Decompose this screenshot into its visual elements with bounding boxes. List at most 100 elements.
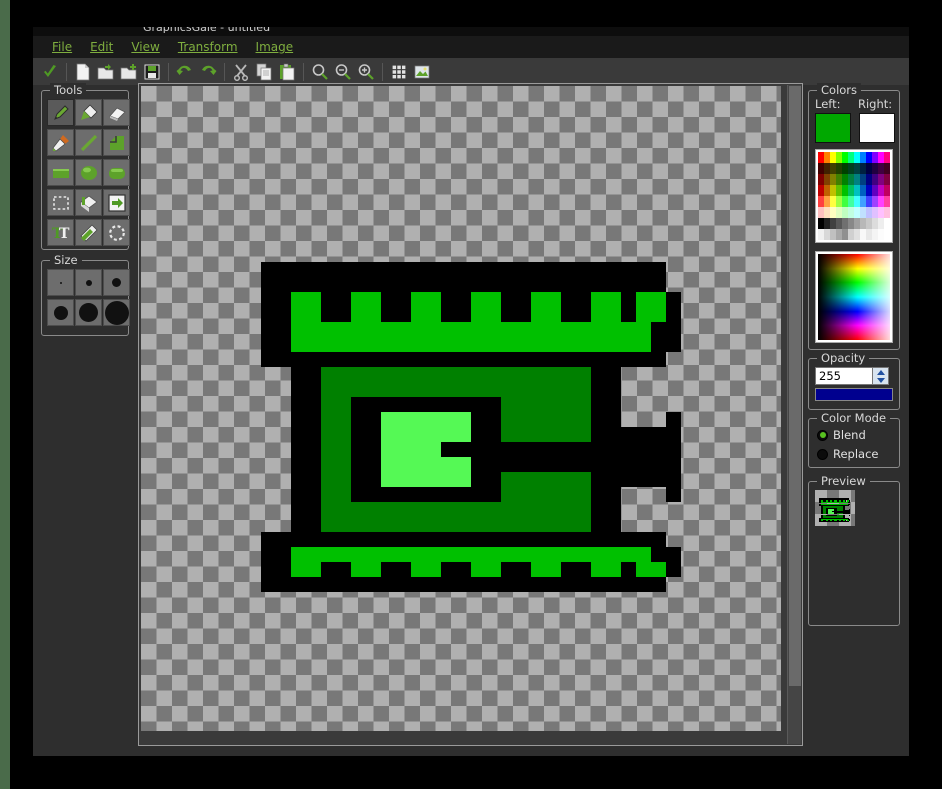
palette-cell[interactable] bbox=[884, 229, 890, 240]
copy-icon[interactable] bbox=[253, 61, 275, 83]
palette-cell[interactable] bbox=[884, 218, 890, 229]
window-title: GraphicsGale - untitled bbox=[143, 27, 271, 34]
open-new-file-icon[interactable] bbox=[118, 61, 140, 83]
open-file-icon[interactable] bbox=[95, 61, 117, 83]
menu-image[interactable]: Image bbox=[247, 38, 303, 56]
sprite-pixel bbox=[291, 472, 321, 487]
opacity-slider[interactable] bbox=[815, 388, 893, 401]
import-tool[interactable] bbox=[103, 189, 130, 216]
sprite-pixel bbox=[261, 337, 291, 352]
rectangle-tool[interactable] bbox=[47, 159, 74, 186]
window-titlebar[interactable]: GraphicsGale - untitled bbox=[33, 27, 909, 36]
sprite-pixel bbox=[291, 367, 321, 382]
sprite-pixel bbox=[291, 337, 651, 352]
ellipse-tool[interactable] bbox=[75, 159, 102, 186]
color-gradient-wheel[interactable] bbox=[818, 254, 890, 340]
sprite-pixel bbox=[321, 307, 351, 322]
image-icon[interactable] bbox=[411, 61, 433, 83]
tools-panel-title: Tools bbox=[50, 83, 87, 97]
spinner-up-icon[interactable] bbox=[876, 369, 885, 375]
palette-cell[interactable] bbox=[884, 152, 890, 163]
size-option-2[interactable] bbox=[75, 269, 102, 296]
drawing-canvas[interactable] bbox=[141, 86, 781, 731]
color-palette[interactable] bbox=[815, 149, 893, 243]
sprite-pixel bbox=[261, 307, 291, 322]
color-mode-replace-option[interactable]: Replace bbox=[817, 447, 879, 461]
cut-scissors-icon[interactable] bbox=[230, 61, 252, 83]
spinner-down-icon[interactable] bbox=[876, 377, 885, 383]
sprite-pixel bbox=[411, 292, 441, 307]
apply-checkmark-icon[interactable] bbox=[39, 61, 61, 83]
sprite-pixel bbox=[261, 532, 666, 547]
palette-cell[interactable] bbox=[884, 196, 890, 207]
sprite-pixel bbox=[351, 412, 381, 427]
menu-view[interactable]: View bbox=[122, 38, 168, 56]
size-option-5[interactable] bbox=[75, 299, 102, 326]
menu-transform[interactable]: Transform bbox=[169, 38, 247, 56]
scrollbar-thumb[interactable] bbox=[789, 86, 801, 686]
polygon-tool[interactable] bbox=[103, 129, 130, 156]
size-option-6[interactable] bbox=[103, 299, 130, 326]
smudge-tool[interactable] bbox=[75, 219, 102, 246]
eyedropper-tool[interactable] bbox=[47, 129, 74, 156]
sprite-pixel bbox=[621, 562, 636, 577]
sprite-pixel bbox=[381, 427, 471, 442]
brush-tool[interactable] bbox=[75, 99, 102, 126]
sprite-pixel bbox=[636, 292, 666, 307]
redo-icon[interactable] bbox=[197, 61, 219, 83]
grid-icon[interactable] bbox=[388, 61, 410, 83]
opacity-input[interactable]: 255 bbox=[815, 367, 873, 385]
color-mode-blend-option[interactable]: Blend bbox=[817, 428, 866, 442]
sprite-pixel bbox=[471, 307, 501, 322]
color-picker-box[interactable] bbox=[815, 251, 893, 343]
sprite-pixel bbox=[381, 412, 471, 427]
sprite-pixel bbox=[261, 352, 666, 367]
eraser-tool[interactable] bbox=[103, 99, 130, 126]
pencil-tool[interactable] bbox=[47, 99, 74, 126]
menu-file[interactable]: File bbox=[43, 38, 81, 56]
sprite-pixel bbox=[471, 412, 501, 427]
sprite-pixel bbox=[261, 577, 666, 592]
sprite-pixel bbox=[351, 472, 381, 487]
sprite-pixel bbox=[291, 412, 321, 427]
new-file-icon[interactable] bbox=[72, 61, 94, 83]
zoom-out-icon[interactable] bbox=[332, 61, 354, 83]
paste-icon[interactable] bbox=[276, 61, 298, 83]
rounded-rect-tool[interactable] bbox=[103, 159, 130, 186]
size-option-3[interactable] bbox=[103, 269, 130, 296]
select-tool[interactable] bbox=[47, 189, 74, 216]
palette-cell[interactable] bbox=[884, 185, 890, 196]
text-tool[interactable]: TT bbox=[47, 219, 74, 246]
sprite-pixel bbox=[261, 547, 291, 562]
blend-radio-icon[interactable] bbox=[817, 429, 828, 441]
sprite-pixel bbox=[501, 427, 591, 442]
toolbar-separator bbox=[168, 62, 169, 81]
palette-cell[interactable] bbox=[884, 174, 890, 185]
left-color-swatch[interactable] bbox=[815, 113, 851, 143]
zoom-fit-icon[interactable] bbox=[309, 61, 331, 83]
blend-label: Blend bbox=[833, 428, 866, 442]
canvas-vertical-scrollbar[interactable] bbox=[787, 85, 801, 744]
size-option-4[interactable] bbox=[47, 299, 74, 326]
replace-radio-icon[interactable] bbox=[817, 448, 828, 460]
palette-cell[interactable] bbox=[884, 207, 890, 218]
sprite-pixel bbox=[561, 562, 591, 577]
size-option-1[interactable] bbox=[47, 269, 74, 296]
opacity-spinner[interactable] bbox=[873, 367, 889, 385]
palette-cell[interactable] bbox=[884, 163, 890, 174]
magic-wand-tool[interactable] bbox=[103, 219, 130, 246]
undo-icon[interactable] bbox=[174, 61, 196, 83]
zoom-in-icon[interactable] bbox=[355, 61, 377, 83]
right-color-swatch[interactable] bbox=[859, 113, 895, 143]
preview-thumbnail[interactable] bbox=[815, 490, 855, 526]
menu-edit[interactable]: Edit bbox=[81, 38, 122, 56]
menubar: File Edit View Transform Image bbox=[33, 36, 909, 58]
sprite-pixel bbox=[591, 397, 621, 412]
stamp-tool[interactable] bbox=[75, 189, 102, 216]
sprite-pixel bbox=[351, 307, 381, 322]
save-icon[interactable] bbox=[141, 61, 163, 83]
sprite-pixel bbox=[441, 292, 471, 307]
line-tool[interactable] bbox=[75, 129, 102, 156]
sprite-pixel bbox=[501, 562, 531, 577]
sprite-pixel bbox=[591, 367, 621, 382]
